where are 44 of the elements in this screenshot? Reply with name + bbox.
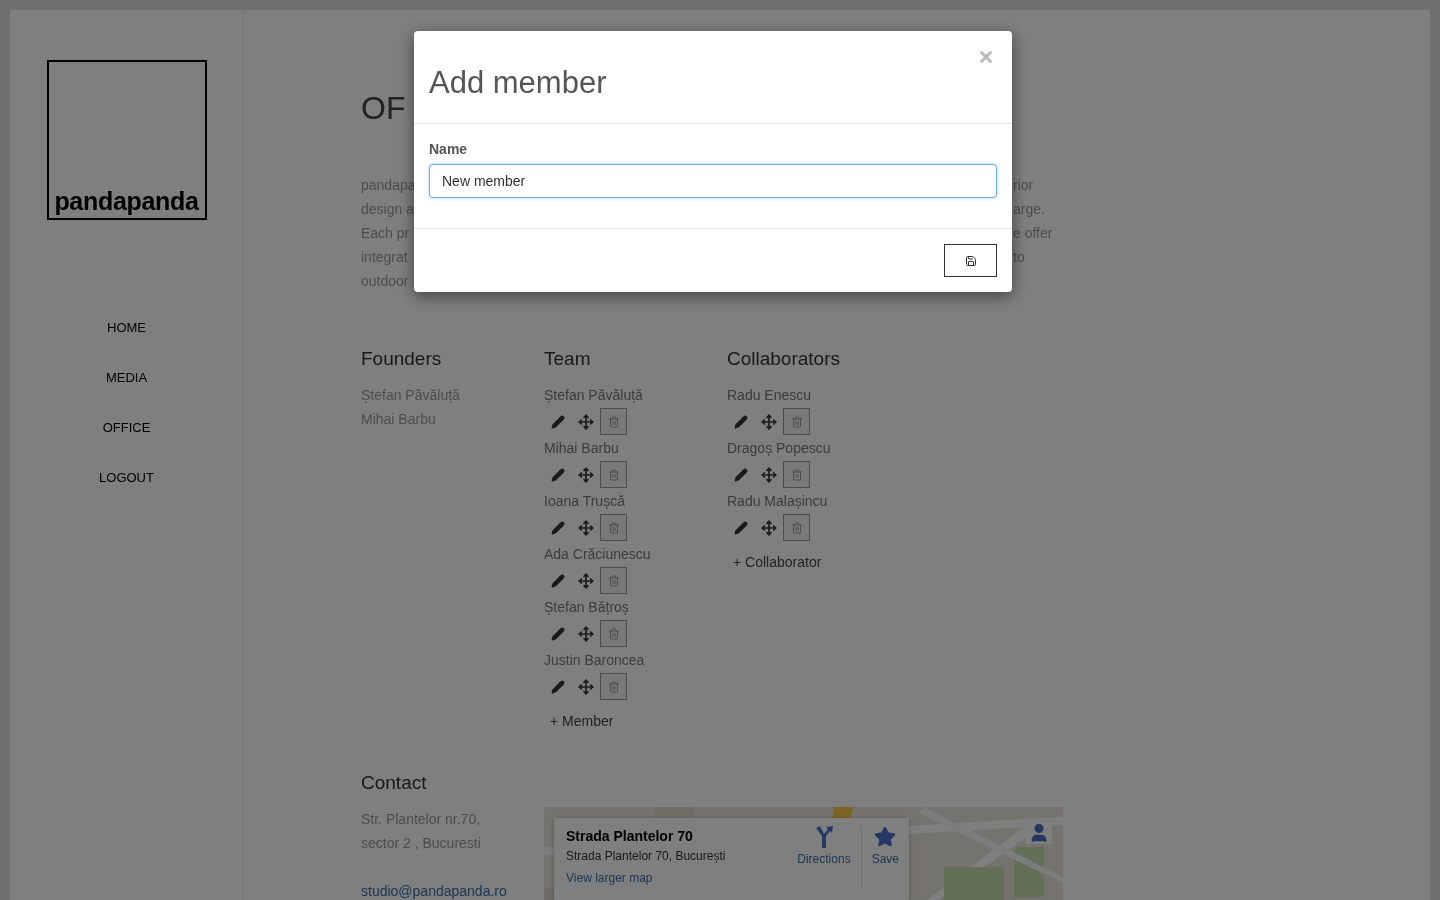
trash-icon <box>790 521 803 534</box>
trash-icon <box>607 521 620 534</box>
trash-icon <box>607 680 620 693</box>
trash-icon <box>607 627 620 640</box>
trash-icon <box>607 415 620 428</box>
add-member-link[interactable]: + Member <box>550 711 727 731</box>
section-title: Team <box>544 347 592 371</box>
member-name: Ștefan Bățroș <box>544 598 630 617</box>
trash-icon <box>790 468 803 481</box>
trash-icon <box>790 415 803 428</box>
nav-link[interactable]: HOME <box>107 320 146 336</box>
nav-link[interactable]: LOGOUT <box>99 470 154 486</box>
nav-link[interactable]: OFFICE <box>102 420 151 436</box>
add-collaborator-link[interactable]: + Collaborator <box>733 552 910 572</box>
member-name: Justin Baroncea <box>544 651 646 670</box>
section-title: Collaborators <box>727 347 841 371</box>
logo: pandapanda <box>46 60 207 220</box>
trash-icon <box>607 574 620 587</box>
larger-map-link[interactable]: View larger map <box>566 871 788 885</box>
member-name: Radu Malașincu <box>727 492 829 511</box>
person-icon[interactable] <box>1026 818 1052 844</box>
star-icon <box>874 826 897 848</box>
section-title: Contact <box>361 771 428 795</box>
directions-icon <box>813 826 834 848</box>
member-name: Ada Crăciunescu <box>544 545 652 564</box>
save-link[interactable]: Save <box>861 818 909 900</box>
place-address: Strada Plantelor 70, București <box>566 848 727 865</box>
page-heading: OF <box>361 90 407 126</box>
member-name: Mihai Barbu <box>544 439 620 458</box>
name-input[interactable]: New member <box>429 164 997 198</box>
dialog-title: Add member <box>429 64 607 102</box>
place-name: Strada Plantelor 70 <box>566 827 694 845</box>
save-button[interactable] <box>944 244 997 277</box>
section-title: Founders <box>361 347 443 371</box>
member-name: Radu Enescu <box>727 386 813 405</box>
member-name: Ștefan Păvăluță <box>544 386 644 405</box>
directions-link[interactable]: Directions <box>787 818 861 900</box>
member-name: Ioana Trușcă <box>544 492 626 511</box>
field-label: Name <box>429 140 469 159</box>
trash-icon <box>607 468 620 481</box>
nav-link[interactable]: MEDIA <box>105 370 148 386</box>
close-icon <box>977 48 995 66</box>
email-link[interactable]: studio@pandapanda.ro <box>361 879 544 900</box>
member-name: Dragoș Popescu <box>727 439 832 458</box>
